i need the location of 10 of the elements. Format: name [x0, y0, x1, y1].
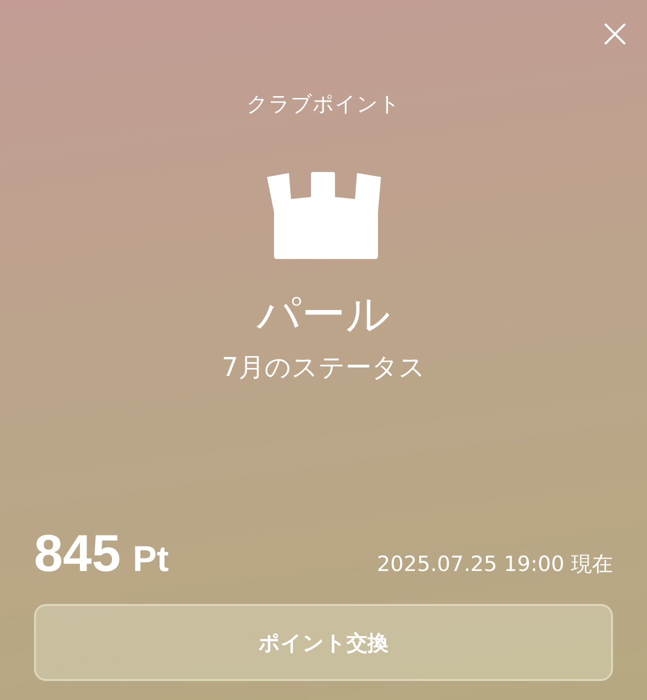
crown-icon [266, 172, 380, 259]
point-unit: Pt [132, 538, 169, 580]
as-of-time: 2025.07.25 19:00 現在 [376, 551, 613, 578]
close-icon [603, 22, 627, 46]
status-rank: パール [256, 289, 390, 342]
close-button[interactable] [603, 22, 627, 46]
status-caption: 7月のステータス [222, 352, 426, 385]
title: クラブポイント [246, 91, 400, 118]
exchange-button[interactable]: ポイント交換 [34, 604, 613, 681]
point-value: 845 [34, 524, 121, 584]
